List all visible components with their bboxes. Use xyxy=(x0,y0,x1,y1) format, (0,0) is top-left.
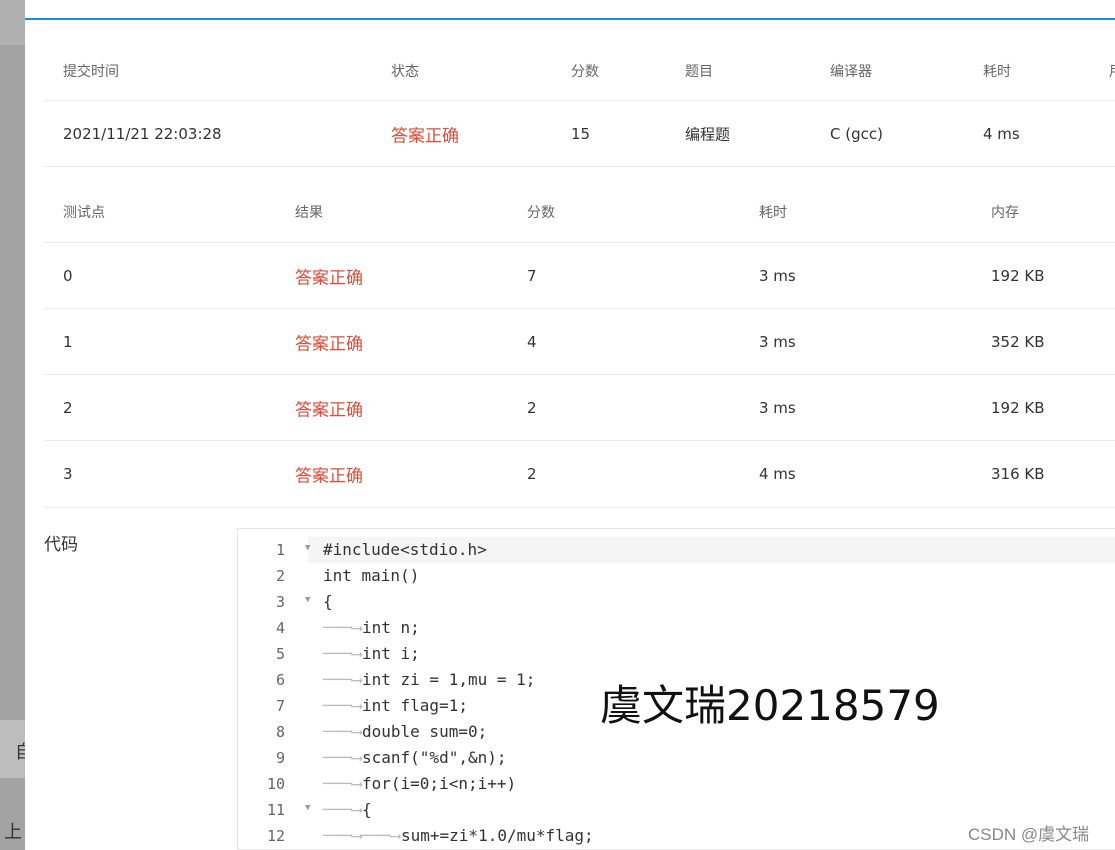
code-line[interactable]: 9 ───⟶ scanf("%d",&n); xyxy=(238,745,1115,771)
test-result: 答案正确 xyxy=(295,334,363,354)
table-row: 3 答案正确 2 4 ms 316 KB xyxy=(44,441,1115,508)
submit-time-value: 2021/11/21 22:03:28 xyxy=(63,124,222,143)
watermark-name: 虞文瑞20218579 xyxy=(600,681,940,730)
test-time: 4 ms xyxy=(759,465,796,483)
code-text: double sum=0; xyxy=(362,722,488,741)
line-number: 3 xyxy=(275,593,285,611)
code-line[interactable]: 10 ───⟶ for(i=0;i<n;i++) xyxy=(238,771,1115,797)
test-result: 答案正确 xyxy=(295,466,363,487)
test-id: 2 xyxy=(63,398,73,417)
indent-guide: ───⟶ xyxy=(323,644,362,663)
submission-row: 2021/11/21 22:03:28 答案正确 15 编程题 C (gcc) … xyxy=(44,101,1115,167)
code-text: int zi = 1,mu = 1; xyxy=(362,670,536,689)
indent-guide: ───⟶ xyxy=(323,748,362,767)
test-result: 答案正确 xyxy=(295,400,363,420)
code-line[interactable]: 3 ▼ { xyxy=(238,589,1115,615)
indent-guide: ───⟶ xyxy=(323,696,362,715)
line-number: 7 xyxy=(275,697,285,715)
test-time: 3 ms xyxy=(759,332,796,351)
code-text: #include<stdio.h> xyxy=(323,540,487,559)
code-text: int main() xyxy=(323,566,420,585)
col-status: 状态 xyxy=(391,64,419,80)
col-time: 耗时 xyxy=(983,64,1011,80)
line-number: 5 xyxy=(275,645,285,663)
test-score: 7 xyxy=(527,266,537,285)
status-value: 答案正确 xyxy=(391,126,459,146)
col-memory: 内存 xyxy=(991,205,1019,221)
csdn-watermark: CSDN @虞文瑞 xyxy=(968,825,1090,844)
code-text: for(i=0;i<n;i++) xyxy=(362,774,517,793)
indent-guide: ───⟶ xyxy=(323,618,362,637)
col-test-time: 耗时 xyxy=(759,205,787,221)
background-text-fragment: 上 xyxy=(4,822,22,843)
line-number: 6 xyxy=(275,671,285,689)
table-row: 2 答案正确 2 3 ms 192 KB xyxy=(44,375,1115,441)
code-text: { xyxy=(323,592,333,611)
score-value: 15 xyxy=(571,124,591,143)
code-line[interactable]: 5 ───⟶ int i; xyxy=(238,641,1115,667)
fold-arrow-icon[interactable]: ▼ xyxy=(305,543,310,553)
background-page-strip: 自 上 xyxy=(0,0,33,850)
background-topbar xyxy=(0,0,25,45)
indent-guide: ───⟶ xyxy=(323,722,362,741)
problem-value: 编程题 xyxy=(685,125,731,143)
col-result: 结果 xyxy=(295,205,323,221)
line-number: 2 xyxy=(275,567,285,585)
code-line[interactable]: 2 int main() xyxy=(238,563,1115,589)
compiler-value: C (gcc) xyxy=(830,124,883,143)
code-text: scanf("%d",&n); xyxy=(362,748,507,767)
test-memory: 352 KB xyxy=(991,332,1045,351)
indent-guide: ───⟶───⟶ xyxy=(323,826,401,845)
code-text: int flag=1; xyxy=(362,696,468,715)
code-text: int n; xyxy=(362,618,420,637)
table-row: 0 答案正确 7 3 ms 192 KB xyxy=(44,243,1115,309)
line-number: 9 xyxy=(275,749,285,767)
panel-accent-line xyxy=(25,18,1115,20)
col-score: 分数 xyxy=(571,64,599,80)
test-id: 1 xyxy=(63,332,73,351)
line-number: 1 xyxy=(275,541,285,559)
table-row: 1 答案正确 4 3 ms 352 KB xyxy=(44,309,1115,375)
indent-guide: ───⟶ xyxy=(323,800,362,819)
col-submit-time: 提交时间 xyxy=(63,64,119,80)
code-text: int i; xyxy=(362,644,420,663)
test-score: 2 xyxy=(527,465,537,483)
submission-header-row: 提交时间 状态 分数 题目 编译器 耗时 用 xyxy=(44,42,1115,101)
time-value: 4 ms xyxy=(983,124,1020,143)
test-time: 3 ms xyxy=(759,266,796,285)
submission-detail-panel: 提交时间 状态 分数 题目 编译器 耗时 用 2021/11/21 22:03:… xyxy=(25,0,1115,850)
test-score: 4 xyxy=(527,332,537,351)
col-truncated: 用 xyxy=(1109,61,1115,81)
code-line[interactable]: 4 ───⟶ int n; xyxy=(238,615,1115,641)
line-number: 8 xyxy=(275,723,285,741)
fold-arrow-icon[interactable]: ▼ xyxy=(305,803,310,813)
line-number: 11 xyxy=(266,801,285,819)
test-memory: 192 KB xyxy=(991,398,1045,417)
test-result: 答案正确 xyxy=(295,268,363,288)
indent-guide: ───⟶ xyxy=(323,774,362,793)
col-test-score: 分数 xyxy=(527,205,555,221)
code-label: 代码 xyxy=(44,535,78,555)
code-text: sum+=zi*1.0/mu*flag; xyxy=(401,826,594,845)
line-number: 12 xyxy=(266,827,285,845)
test-memory: 192 KB xyxy=(991,266,1045,285)
test-score: 2 xyxy=(527,398,537,417)
line-number: 4 xyxy=(275,619,285,637)
col-compiler: 编译器 xyxy=(830,64,872,80)
test-time: 3 ms xyxy=(759,398,796,417)
line-number: 10 xyxy=(266,775,285,793)
tests-header-row: 测试点 结果 分数 耗时 内存 xyxy=(44,182,1115,243)
test-id: 3 xyxy=(63,465,73,483)
code-text: { xyxy=(362,800,372,819)
test-id: 0 xyxy=(63,266,73,285)
test-memory: 316 KB xyxy=(991,465,1045,483)
indent-guide: ───⟶ xyxy=(323,670,362,689)
col-problem: 题目 xyxy=(685,64,713,80)
fold-arrow-icon[interactable]: ▼ xyxy=(305,595,310,605)
col-test-point: 测试点 xyxy=(63,205,105,221)
code-line[interactable]: 1 ▼ #include<stdio.h> xyxy=(238,537,1115,563)
